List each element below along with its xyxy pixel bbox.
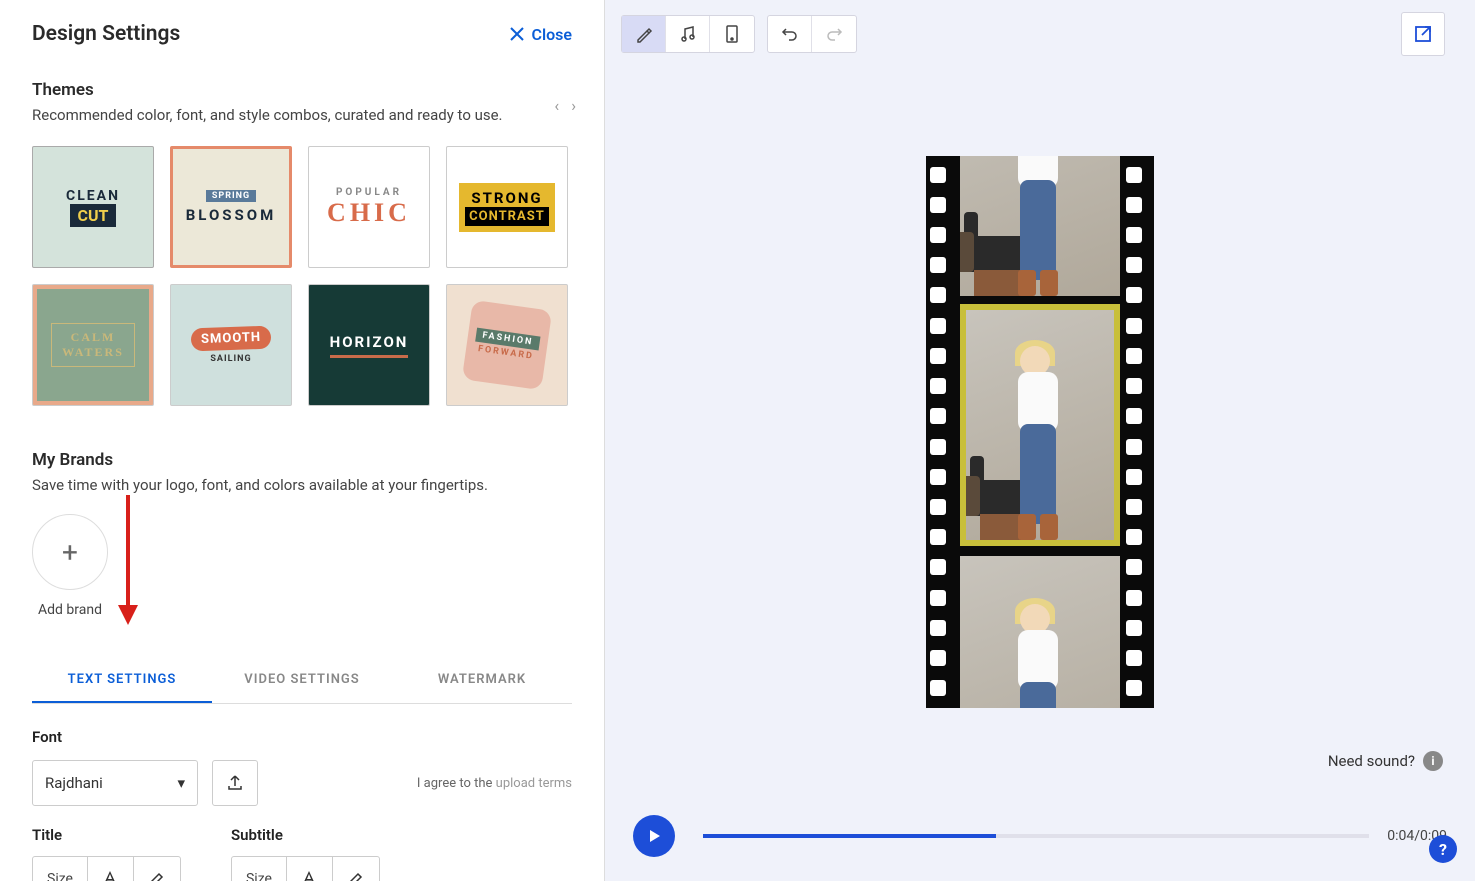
page-title: Design Settings bbox=[32, 22, 180, 46]
music-tool-button[interactable] bbox=[666, 16, 710, 52]
info-icon: i bbox=[1423, 751, 1443, 771]
title-style-group: Size bbox=[32, 856, 181, 881]
brands-subheading: Save time with your logo, font, and colo… bbox=[32, 476, 572, 494]
theme-label: STRONG bbox=[471, 189, 542, 207]
themes-heading: Themes bbox=[32, 80, 572, 100]
themes-prev-button[interactable]: ‹ bbox=[554, 96, 559, 115]
upload-icon bbox=[226, 774, 244, 792]
tab-watermark[interactable]: WATERMARK bbox=[392, 658, 572, 703]
format-tool-button[interactable] bbox=[710, 16, 754, 52]
filmstrip-preview bbox=[926, 156, 1154, 708]
theme-label: SAILING bbox=[210, 354, 251, 364]
progress-fill bbox=[703, 834, 996, 838]
theme-label: CONTRAST bbox=[465, 207, 549, 226]
undo-icon bbox=[781, 25, 799, 43]
chevron-down-icon: ▾ bbox=[177, 774, 185, 792]
theme-clean-cut[interactable]: CLEANCUT bbox=[32, 146, 154, 268]
brands-heading: My Brands bbox=[32, 450, 572, 470]
font-color-icon bbox=[299, 869, 319, 881]
subtitle-font-color-button[interactable] bbox=[287, 857, 333, 881]
help-button[interactable]: ? bbox=[1429, 835, 1457, 863]
font-color-icon bbox=[100, 869, 120, 881]
music-icon bbox=[679, 25, 697, 43]
subtitle-highlight-button[interactable] bbox=[333, 857, 379, 881]
highlight-icon bbox=[346, 869, 366, 881]
need-sound-label: Need sound? bbox=[1328, 752, 1415, 770]
theme-strong-contrast[interactable]: STRONGCONTRAST bbox=[446, 146, 568, 268]
font-select[interactable]: Rajdhani ▾ bbox=[32, 760, 198, 806]
close-icon bbox=[509, 26, 525, 42]
theme-label: POPULAR bbox=[336, 187, 402, 198]
theme-fashion-forward[interactable]: FASHIONFORWARD bbox=[446, 284, 568, 406]
export-icon bbox=[1413, 24, 1433, 44]
title-font-color-button[interactable] bbox=[88, 857, 134, 881]
close-button[interactable]: Close bbox=[509, 25, 572, 44]
tab-text-settings[interactable]: TEXT SETTINGS bbox=[32, 658, 212, 703]
redo-icon bbox=[825, 25, 843, 43]
theme-label: CALM bbox=[62, 330, 124, 345]
font-label: Font bbox=[32, 728, 572, 746]
play-icon bbox=[646, 828, 662, 844]
question-icon: ? bbox=[1439, 840, 1447, 859]
add-brand-label: Add brand bbox=[38, 602, 102, 618]
video-preview[interactable] bbox=[605, 68, 1475, 791]
theme-label: WATERS bbox=[62, 345, 124, 360]
need-sound-prompt[interactable]: Need sound? i bbox=[1328, 751, 1443, 771]
title-heading: Title bbox=[32, 826, 181, 844]
terms-prefix: I agree to the bbox=[417, 776, 496, 791]
theme-label: CLEAN bbox=[66, 188, 120, 204]
play-button[interactable] bbox=[633, 815, 675, 857]
themes-subheading: Recommended color, font, and style combo… bbox=[32, 106, 572, 124]
device-icon bbox=[725, 25, 739, 43]
theme-label: SMOOTH bbox=[191, 325, 272, 351]
subtitle-size-button[interactable]: Size bbox=[232, 857, 287, 881]
undo-button[interactable] bbox=[768, 16, 812, 52]
theme-horizon[interactable]: HORIZON bbox=[308, 284, 430, 406]
theme-label: CUT bbox=[70, 204, 117, 227]
title-highlight-button[interactable] bbox=[134, 857, 180, 881]
theme-calm-waters[interactable]: CALMWATERS bbox=[32, 284, 154, 406]
subtitle-heading: Subtitle bbox=[231, 826, 380, 844]
add-brand-button[interactable]: + bbox=[32, 514, 108, 590]
theme-label: CHIC bbox=[327, 198, 411, 228]
progress-bar[interactable] bbox=[703, 834, 1369, 838]
theme-spring-blossom[interactable]: SPRING BLOSSOM bbox=[170, 146, 292, 268]
close-label: Close bbox=[531, 25, 572, 44]
upload-terms-text: I agree to the upload terms bbox=[417, 776, 572, 791]
themes-next-button[interactable]: › bbox=[571, 96, 576, 115]
plus-icon: + bbox=[62, 536, 78, 569]
pencil-icon bbox=[635, 25, 653, 43]
upload-font-button[interactable] bbox=[212, 760, 258, 806]
theme-popular-chic[interactable]: POPULARCHIC bbox=[308, 146, 430, 268]
redo-button[interactable] bbox=[812, 16, 856, 52]
tab-video-settings[interactable]: VIDEO SETTINGS bbox=[212, 658, 392, 703]
upload-terms-link[interactable]: upload terms bbox=[496, 776, 572, 791]
subtitle-style-group: Size bbox=[231, 856, 380, 881]
highlight-icon bbox=[147, 869, 167, 881]
font-select-value: Rajdhani bbox=[45, 774, 103, 792]
theme-label: BLOSSOM bbox=[186, 206, 277, 224]
title-size-button[interactable]: Size bbox=[33, 857, 88, 881]
theme-label: SPRING bbox=[206, 190, 256, 202]
theme-smooth-sailing[interactable]: SMOOTH SAILING bbox=[170, 284, 292, 406]
design-tool-button[interactable] bbox=[622, 16, 666, 52]
theme-label: HORIZON bbox=[330, 333, 409, 358]
export-button[interactable] bbox=[1401, 12, 1445, 56]
